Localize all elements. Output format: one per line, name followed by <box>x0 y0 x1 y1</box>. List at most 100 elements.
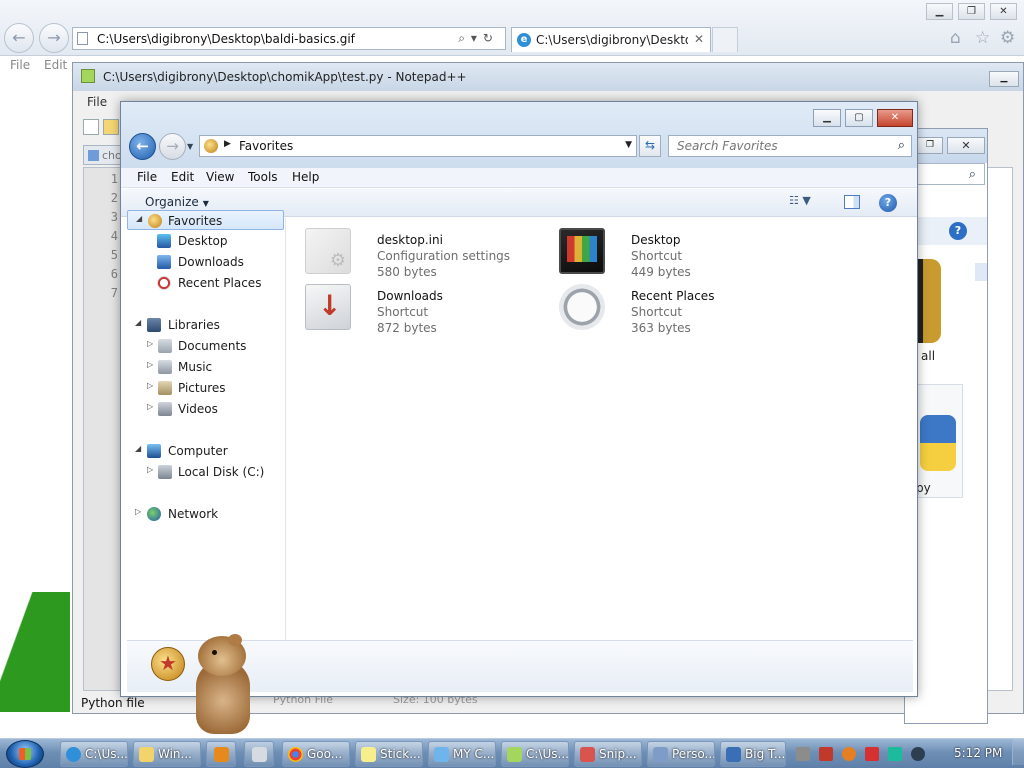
open-folder-icon[interactable] <box>103 119 119 135</box>
ie-address-bar[interactable]: C:\Users\digibrony\Desktop\baldi-basics.… <box>72 27 506 50</box>
taskbar-button-big-t[interactable]: Big T... <box>720 741 786 767</box>
nav-item-downloads[interactable]: Downloads <box>127 252 284 272</box>
taskbar-button-my-computer[interactable]: MY C... <box>428 741 496 767</box>
file-item-downloads[interactable]: Downloads Shortcut 872 bytes <box>305 282 545 335</box>
tray-volume-icon[interactable] <box>911 747 925 761</box>
nav-item-pictures[interactable]: ▷ Pictures <box>127 378 284 398</box>
nav-item-computer[interactable]: ◢ Computer <box>127 441 284 461</box>
show-desktop-button[interactable] <box>1012 739 1024 765</box>
ie-new-tab-button[interactable] <box>712 27 738 52</box>
tray-monitor-icon[interactable] <box>888 747 902 761</box>
new-file-icon[interactable] <box>83 119 99 135</box>
expand-triangle-icon[interactable]: ◢ <box>136 214 142 223</box>
gear-icon[interactable]: ⚙ <box>1000 28 1015 48</box>
collapse-triangle-icon[interactable]: ▷ <box>147 339 153 348</box>
notepadpp-minimize-button[interactable]: ▁ <box>989 71 1019 87</box>
documents-icon <box>158 339 172 353</box>
help-button[interactable]: ? <box>879 194 897 212</box>
file-size: 449 bytes <box>631 265 691 279</box>
file-name: Recent Places <box>631 289 715 303</box>
collapse-triangle-icon[interactable]: ▷ <box>147 360 153 369</box>
taskbar-button-label: C:\Us... <box>85 747 128 761</box>
home-icon[interactable]: ⌂ <box>950 28 961 48</box>
nav-item-libraries[interactable]: ◢ Libraries <box>127 315 284 335</box>
ie-menu-edit[interactable]: Edit <box>44 58 67 72</box>
ie-restore-button[interactable]: ❐ <box>958 3 985 20</box>
taskbar-clock[interactable]: 5:12 PM <box>954 746 1002 760</box>
explorer-back-close-button[interactable]: ✕ <box>947 137 985 154</box>
nav-item-local-disk[interactable]: ▷ Local Disk (C:) <box>127 462 284 482</box>
ie-close-button[interactable]: ✕ <box>990 3 1017 20</box>
line-number: 3 <box>110 210 118 224</box>
file-name: Downloads <box>377 289 443 303</box>
hamster-image <box>188 634 258 734</box>
ie-back-button[interactable]: ← <box>4 23 34 53</box>
taskbar-button-media[interactable] <box>206 741 236 767</box>
taskbar-button-ie[interactable]: C:\Us... <box>60 741 128 767</box>
taskbar-button-snipping-tool[interactable]: Snip... <box>574 741 642 767</box>
ie-address-tools-icon[interactable]: ⌕▾↻ <box>458 31 499 46</box>
search-icon[interactable]: ⌕ <box>969 167 976 182</box>
ie-menu-file[interactable]: File <box>10 58 30 72</box>
nav-item-music[interactable]: ▷ Music <box>127 357 284 377</box>
search-box[interactable]: ⌕ <box>668 135 912 157</box>
menu-help[interactable]: Help <box>292 170 319 184</box>
search-input[interactable] <box>669 136 879 156</box>
ie-forward-button[interactable]: → <box>39 23 69 53</box>
taskbar-button-calculator[interactable] <box>244 741 274 767</box>
ie-tab-close-icon[interactable]: ✕ <box>694 32 704 46</box>
nav-item-documents[interactable]: ▷ Documents <box>127 336 284 356</box>
file-item-desktop[interactable]: Desktop Shortcut 449 bytes <box>559 226 799 279</box>
python-file-item[interactable]: py <box>913 384 963 498</box>
sticky-notes-icon <box>361 747 376 762</box>
notepadpp-menu-file[interactable]: File <box>87 95 107 109</box>
settings-file-icon <box>305 228 351 274</box>
nav-label: Pictures <box>178 381 226 395</box>
ie-tab[interactable]: e C:\Users\digibrony\Deskto... ✕ <box>511 27 711 52</box>
notepadpp-title-bar[interactable]: C:\Users\digibrony\Desktop\chomikApp\tes… <box>73 63 1023 91</box>
taskbar-button-sticky-notes[interactable]: Stick... <box>355 741 423 767</box>
explorer-back-maximize-button[interactable]: ❐ <box>917 137 943 154</box>
taskbar-button-notepadpp[interactable]: C:\Us... <box>501 741 569 767</box>
close-button[interactable]: ✕ <box>877 109 913 127</box>
tray-search-icon[interactable] <box>842 747 856 761</box>
videos-icon <box>158 402 172 416</box>
maximize-button[interactable]: ▢ <box>845 109 873 127</box>
help-icon[interactable]: ? <box>949 222 967 240</box>
nav-item-desktop[interactable]: Desktop <box>127 231 284 251</box>
nav-item-favorites[interactable]: ◢ Favorites <box>127 210 284 230</box>
minimize-button[interactable]: ▁ <box>813 109 841 127</box>
collapse-triangle-icon[interactable]: ▷ <box>147 402 153 411</box>
file-tab-icon <box>88 150 99 161</box>
pictures-icon <box>158 381 172 395</box>
collapse-triangle-icon[interactable]: ▷ <box>147 465 153 474</box>
nav-label: Favorites <box>168 214 223 228</box>
search-icon[interactable]: ⌕ <box>898 138 905 153</box>
collapse-triangle-icon[interactable]: ▷ <box>135 507 141 516</box>
tray-flag-icon[interactable] <box>865 747 879 761</box>
address-dropdown-icon[interactable]: ▼ <box>625 140 632 150</box>
start-button[interactable] <box>6 740 44 768</box>
expand-triangle-icon[interactable]: ◢ <box>135 318 141 327</box>
ie-minimize-button[interactable]: ▁ <box>926 3 953 20</box>
tray-app-icon[interactable] <box>796 747 810 761</box>
selection-highlight <box>975 263 987 281</box>
nav-item-videos[interactable]: ▷ Videos <box>127 399 284 419</box>
nav-label: Videos <box>178 402 218 416</box>
taskbar-button-explorer[interactable]: Win... <box>133 741 201 767</box>
collapse-triangle-icon[interactable]: ▷ <box>147 381 153 390</box>
computer-icon <box>434 747 449 762</box>
change-view-button[interactable]: ☷ ▼ <box>789 194 825 212</box>
preview-pane-button[interactable] <box>844 195 860 209</box>
tray-tool-icon[interactable] <box>819 747 833 761</box>
expand-triangle-icon[interactable]: ◢ <box>135 444 141 453</box>
line-number: 4 <box>110 229 118 243</box>
file-item-recent-places[interactable]: Recent Places Shortcut 363 bytes <box>559 282 799 335</box>
nav-item-recent-places[interactable]: Recent Places <box>127 273 284 293</box>
nav-item-network[interactable]: ▷ Network <box>127 504 284 524</box>
taskbar-button-personalization[interactable]: Perso... <box>647 741 715 767</box>
taskbar-button-chrome[interactable]: Goo... <box>282 741 350 767</box>
refresh-button[interactable]: ⇆ <box>639 135 661 157</box>
file-item-desktop-ini[interactable]: desktop.ini Configuration settings 580 b… <box>305 226 545 279</box>
favorites-star-icon[interactable]: ☆ <box>975 28 990 48</box>
